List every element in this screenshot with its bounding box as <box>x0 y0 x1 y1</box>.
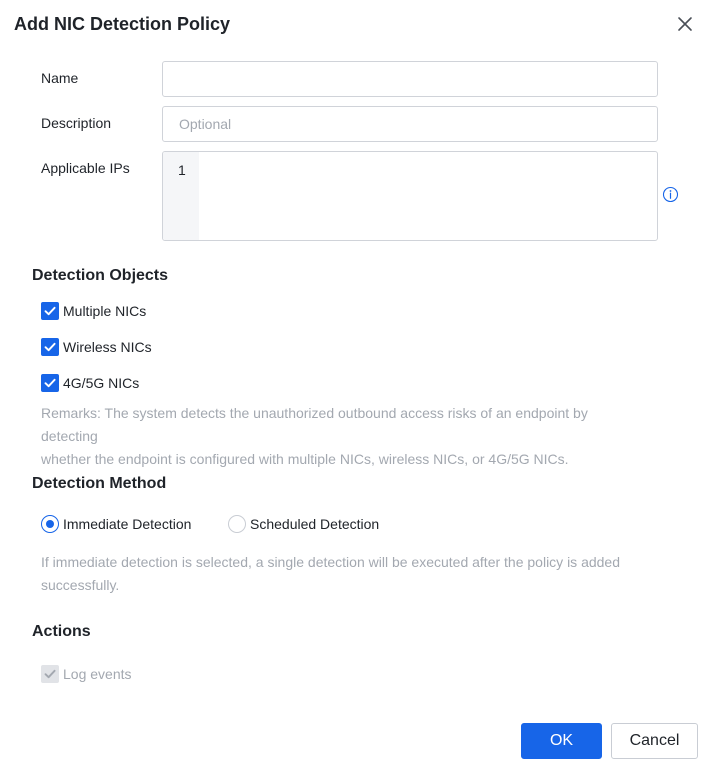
radio-unselected-icon <box>228 515 246 533</box>
multiple-nics-checkbox[interactable]: Multiple NICs <box>41 302 146 320</box>
applicable-ips-editor[interactable]: 1 <box>162 151 658 241</box>
scheduled-detection-label: Scheduled Detection <box>250 516 380 532</box>
cancel-button[interactable]: Cancel <box>611 723 698 759</box>
name-input[interactable] <box>162 61 658 97</box>
remarks-line-2: whether the endpoint is configured with … <box>41 451 569 467</box>
hint-line-2: successfully. <box>41 577 120 593</box>
wireless-nics-label: Wireless NICs <box>63 339 152 355</box>
actions-title: Actions <box>32 623 91 640</box>
4g-5g-nics-checkbox[interactable]: 4G/5G NICs <box>41 374 139 392</box>
radio-selected-icon <box>41 515 59 533</box>
4g-5g-nics-label: 4G/5G NICs <box>63 375 140 391</box>
immediate-detection-label: Immediate Detection <box>63 516 192 532</box>
ok-button[interactable]: OK <box>521 723 602 759</box>
checkbox-disabled-checked-icon <box>41 665 59 683</box>
info-circle-icon[interactable] <box>662 186 679 203</box>
wireless-nics-checkbox[interactable]: Wireless NICs <box>41 338 152 356</box>
detection-method-hint: If immediate detection is selected, a si… <box>41 551 641 597</box>
close-button[interactable] <box>674 13 696 35</box>
detection-method-title: Detection Method <box>32 475 167 492</box>
hint-line-1: If immediate detection is selected, a si… <box>41 554 620 570</box>
close-icon <box>678 17 692 31</box>
log-events-label: Log events <box>63 666 132 682</box>
add-nic-detection-policy-dialog: Add NIC Detection Policy Name Descriptio… <box>0 0 716 771</box>
multiple-nics-label: Multiple NICs <box>63 303 147 319</box>
checkbox-checked-icon <box>41 374 59 392</box>
name-label: Name <box>41 70 79 86</box>
applicable-ips-label: Applicable IPs <box>41 160 130 176</box>
detection-objects-remarks: Remarks: The system detects the unauthor… <box>41 402 641 471</box>
log-events-checkbox: Log events <box>41 665 132 683</box>
immediate-detection-radio[interactable]: Immediate Detection <box>41 515 191 533</box>
description-input[interactable] <box>162 106 658 142</box>
detection-objects-title: Detection Objects <box>32 267 169 284</box>
checkbox-checked-icon <box>41 338 59 356</box>
line-number-gutter: 1 <box>163 152 199 240</box>
dialog-title: Add NIC Detection Policy <box>14 14 231 34</box>
description-label: Description <box>41 115 112 131</box>
scheduled-detection-radio[interactable]: Scheduled Detection <box>228 515 379 533</box>
line-number: 1 <box>178 162 186 178</box>
checkbox-checked-icon <box>41 302 59 320</box>
remarks-line-1: Remarks: The system detects the unauthor… <box>41 405 588 444</box>
